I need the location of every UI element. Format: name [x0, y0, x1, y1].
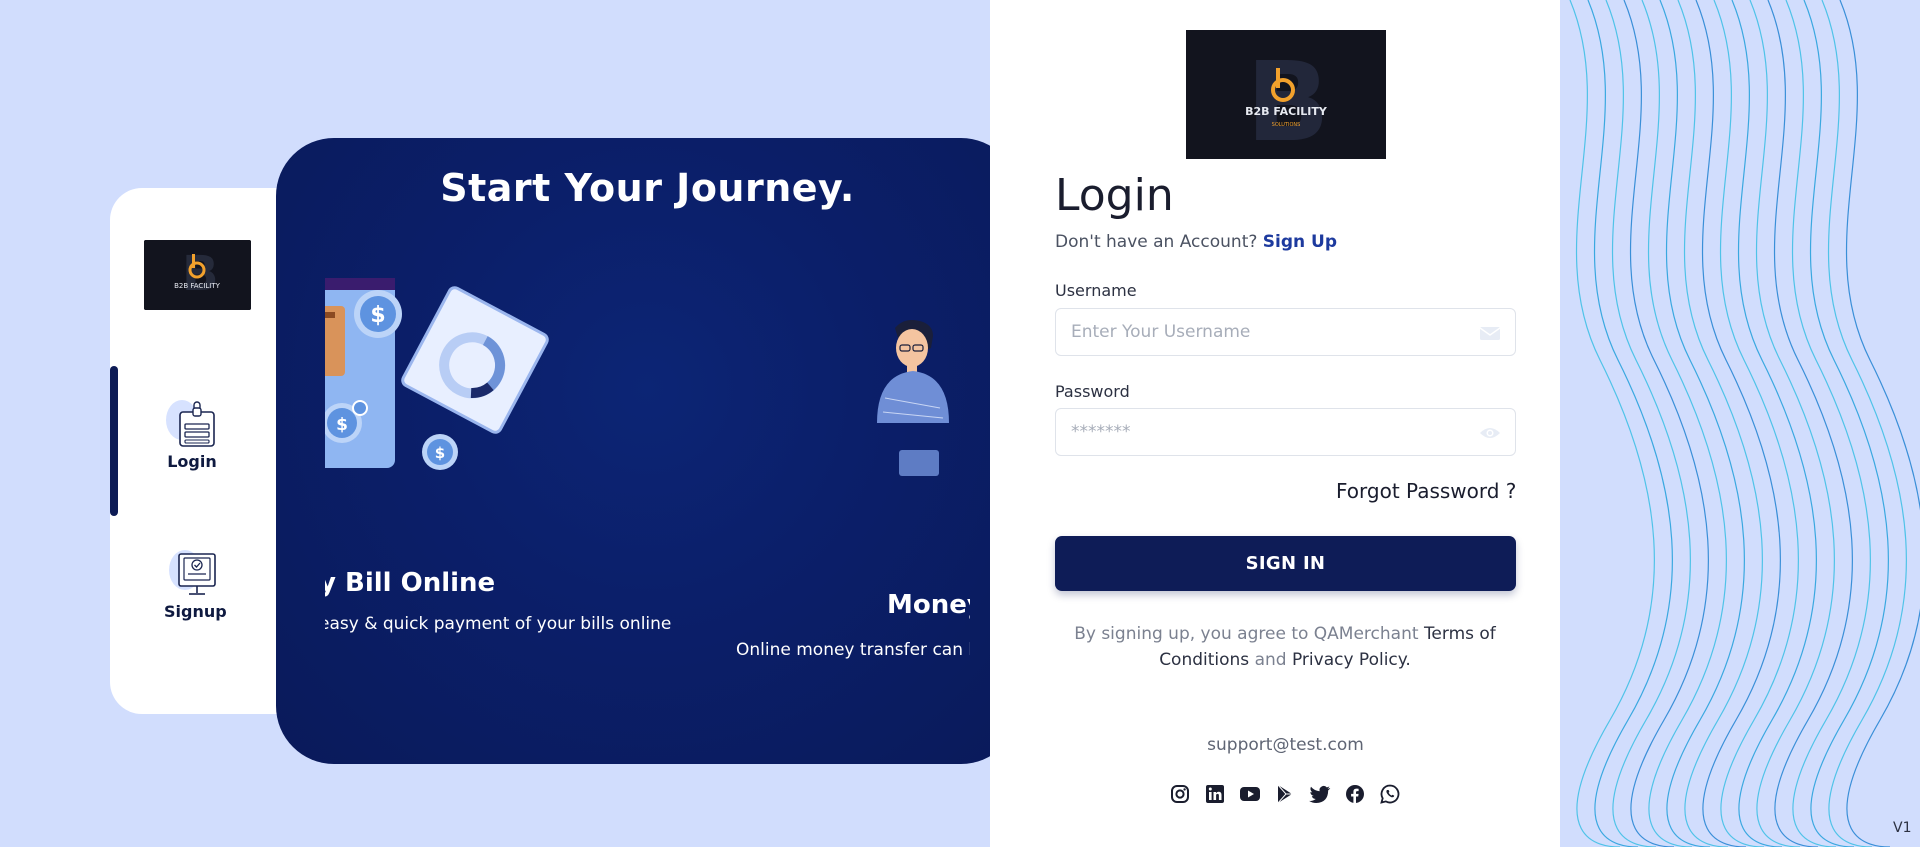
svg-text:B: B — [182, 246, 219, 302]
instagram-icon[interactable] — [1168, 782, 1191, 805]
active-nav-indicator — [110, 366, 118, 516]
terms-and: and — [1254, 650, 1287, 670]
linkedin-icon[interactable] — [1203, 782, 1226, 805]
slide-desc-bill: easy & quick payment of your bills onlin… — [325, 614, 672, 634]
svg-text:$: $ — [336, 415, 348, 435]
decorative-waves — [1560, 0, 1920, 847]
monitor-check-icon — [167, 548, 223, 600]
side-nav-login[interactable]: Login — [164, 398, 220, 471]
signup-prompt: Don't have an Account? Sign Up — [1055, 232, 1337, 252]
version-label: V1 — [1893, 820, 1912, 836]
slide-desc-money: Online money transfer can b — [736, 640, 970, 660]
signup-link[interactable]: Sign Up — [1263, 232, 1337, 252]
password-label: Password — [1055, 382, 1130, 401]
sign-in-button[interactable]: SIGN IN — [1055, 536, 1516, 591]
side-logo-text: B2B FACILITY — [174, 282, 221, 290]
signup-prompt-text: Don't have an Account? — [1055, 232, 1258, 252]
brand-logo: B B2B FACILITY SOLUTIONS — [1186, 30, 1386, 159]
hero-title: Start Your Journey. — [440, 166, 855, 210]
whatsapp-icon[interactable] — [1378, 782, 1401, 805]
username-label: Username — [1055, 281, 1137, 300]
slide-title-bill: y Bill Online — [325, 568, 496, 598]
twitter-icon[interactable] — [1308, 782, 1331, 805]
privacy-link[interactable]: Privacy Policy. — [1292, 650, 1411, 670]
terms-notice: By signing up, you agree to QAMerchant T… — [1060, 621, 1510, 673]
side-logo: B B2B FACILITY — [144, 240, 251, 310]
side-nav-signup-label: Signup — [164, 602, 227, 621]
brand-logo-subtext: SOLUTIONS — [1272, 122, 1301, 128]
forgot-password-link[interactable]: Forgot Password ? — [1336, 479, 1516, 503]
slide-title-money: Money — [887, 590, 970, 620]
envelope-icon — [1479, 323, 1501, 343]
side-nav-login-label: Login — [167, 452, 217, 471]
youtube-icon[interactable] — [1238, 782, 1261, 805]
social-links — [1168, 782, 1401, 805]
terms-prefix: By signing up, you agree to QAMerchant — [1074, 624, 1419, 644]
hero-carousel: Start Your Journey. $ $ $ y Bill Online … — [276, 138, 1019, 764]
carousel-viewport: $ $ $ y Bill Online easy & quick payment… — [325, 278, 970, 678]
password-input[interactable] — [1056, 422, 1456, 442]
bill-payment-illustration: $ $ $ — [325, 278, 585, 478]
login-title: Login — [1055, 170, 1174, 221]
eye-icon[interactable] — [1479, 423, 1501, 443]
support-email: support@test.com — [1207, 735, 1364, 755]
username-input[interactable] — [1056, 322, 1456, 342]
side-nav-signup[interactable]: Signup — [164, 548, 227, 621]
username-field — [1055, 308, 1516, 356]
svg-text:$: $ — [435, 444, 445, 462]
facebook-icon[interactable] — [1343, 782, 1366, 805]
money-transfer-illustration — [855, 288, 970, 488]
brand-logo-text: B2B FACILITY — [1245, 105, 1328, 118]
svg-text:$: $ — [370, 303, 385, 328]
google-play-icon[interactable] — [1273, 782, 1296, 805]
password-field — [1055, 408, 1516, 456]
lock-form-icon — [164, 398, 220, 450]
